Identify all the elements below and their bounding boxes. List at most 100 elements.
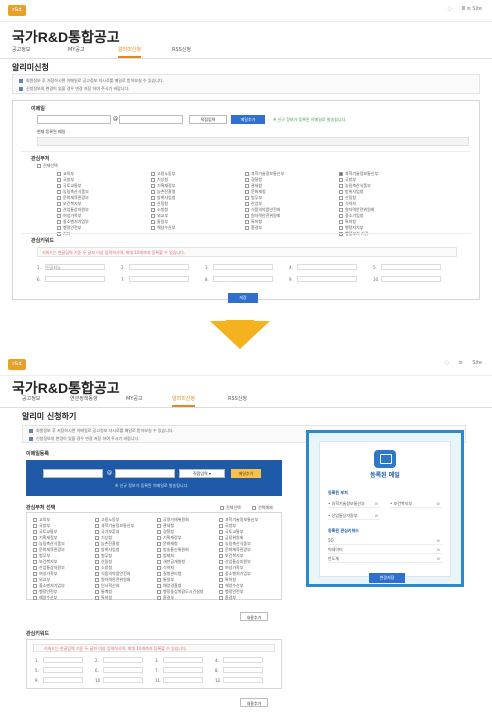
keyword-input[interactable] — [381, 276, 441, 282]
tab-policy-trends[interactable]: 연관정책동향 — [70, 395, 98, 402]
dept-checkbox-label: 고용노동부 — [157, 171, 176, 176]
dept-checkbox-label: 병무청 — [101, 553, 113, 558]
hamburger-icon[interactable]: ≡ Site — [459, 360, 482, 366]
hamburger-icon[interactable]: Ⅲ ≡ Site — [462, 6, 482, 12]
dept-checkbox-label: 새만금개발청 — [163, 559, 186, 564]
keyword-input[interactable] — [213, 264, 273, 270]
keyword-note-text: 키워드는 한글입력 기준 두 글자 이상 입력하시며, 최대 10개까지 등록할… — [44, 646, 188, 651]
tab-rss[interactable]: RSS신청 — [172, 46, 191, 53]
save-button[interactable]: 저장 — [228, 293, 258, 303]
registered-dept-item: • 보건복지부 ⊠ — [390, 501, 442, 508]
dept-checkbox-label: 특허청 — [251, 219, 263, 224]
checkbox-icon — [151, 226, 155, 230]
keyword-number: 3. — [155, 658, 159, 663]
keyword-number: 4. — [289, 265, 293, 270]
domain-select[interactable]: 직접입력 — [189, 115, 227, 124]
keyword-input[interactable] — [45, 276, 105, 282]
email-id-input[interactable] — [37, 115, 111, 124]
add-keyword-button[interactable]: 내용추가 — [240, 698, 268, 707]
tab-my-notices[interactable]: MY공고 — [68, 46, 85, 53]
keyword-number: 8. — [205, 277, 209, 282]
circle-icon[interactable]: ◌ — [445, 360, 449, 366]
dept-checkbox-label: 환경부 — [251, 225, 263, 230]
registered-panel: 등록된 메일 등록된 부처 • 과학기술정보통신부 ⊠ • 보건복지부 ⊠ • 산업… — [306, 430, 464, 587]
keyword-input[interactable] — [223, 657, 263, 663]
tab-notices[interactable]: 공고정보 — [22, 395, 40, 402]
circle-icon[interactable]: ◌ — [448, 6, 452, 12]
keyword-input[interactable] — [163, 657, 203, 663]
select-all-checkbox[interactable]: 전체선택 — [220, 505, 241, 511]
add-email-button[interactable]: 메일추가 — [231, 469, 261, 478]
keyword-box: 키워드는 한글입력 기준 두 글자 이상 입력하시며, 최대 10개까지 등록할… — [26, 639, 282, 689]
dept-checkbox-label: 방위사업청 — [157, 195, 176, 200]
domain-select[interactable]: 직접입력 ▾ — [179, 469, 225, 478]
dept-checkbox[interactable]: 행정부처 기관 — [339, 231, 368, 237]
add-email-button[interactable]: 메일추가 — [231, 115, 265, 124]
tab-my-notices[interactable]: MY공고 — [126, 395, 143, 402]
dept-checkbox-label: 문화체육관광부 — [63, 195, 89, 200]
keyword-input[interactable] — [297, 264, 357, 270]
email-label: 이메일 — [31, 106, 45, 112]
dept-checkbox-label: 인사혁신처 — [101, 583, 120, 588]
dept-checkbox[interactable]: 특허청 — [95, 595, 112, 601]
tab-alert-request[interactable]: 알리미신청 — [118, 46, 142, 58]
down-arrow-icon — [210, 321, 270, 349]
email-domain-input[interactable] — [115, 469, 175, 478]
keyword-input[interactable] — [129, 276, 189, 282]
dept-checkbox-label: 식약처 — [345, 201, 357, 206]
dept-checkbox-label: 환경부 — [225, 595, 237, 600]
email-domain-input[interactable] — [119, 115, 183, 124]
keyword-number: 1. — [37, 265, 41, 270]
checkbox-icon — [57, 190, 61, 194]
site-header: r&d ◌ Ⅲ ≡ Site — [0, 0, 492, 22]
site-logo[interactable]: r&d — [8, 359, 26, 370]
dept-checkbox-label: 통계청 — [101, 589, 113, 594]
dept-checkbox-label: 관세청 — [163, 523, 175, 528]
registered-email-field — [37, 137, 469, 146]
checkbox-icon — [33, 578, 37, 582]
keyword-input[interactable] — [129, 264, 189, 270]
tab-notices[interactable]: 공고정보 — [12, 46, 30, 53]
checkbox-icon — [339, 214, 343, 218]
dept-checkbox[interactable]: 환경부 — [157, 595, 174, 601]
keyword-number: 5. — [373, 265, 377, 270]
dept-checkbox-label: 외교부 — [157, 213, 169, 218]
keyword-input[interactable] — [381, 264, 441, 270]
dept-checkbox[interactable]: 기타 — [57, 231, 70, 237]
keyword-input[interactable] — [223, 667, 263, 673]
dept-checkbox[interactable]: 해양수산부 — [151, 225, 175, 231]
keyword-input[interactable] — [213, 276, 273, 282]
checkbox-icon — [95, 554, 99, 558]
keyword-input[interactable] — [43, 657, 83, 663]
save-changes-button[interactable]: 변경저장 — [369, 573, 405, 583]
checkbox-icon — [33, 572, 37, 576]
keyword-input[interactable] — [103, 657, 143, 663]
keyword-input[interactable] — [103, 667, 143, 673]
keyword-input[interactable] — [43, 667, 83, 673]
tab-rss[interactable]: RSS신청 — [228, 395, 247, 402]
tab-alert-request[interactable]: 알리미신청 — [172, 395, 196, 407]
keyword-input[interactable] — [297, 276, 357, 282]
keyword-input[interactable] — [163, 677, 203, 683]
dept-checkbox-label: 식약처 — [163, 565, 175, 570]
dept-checkbox[interactable]: 환경부 — [245, 225, 262, 231]
dept-checkbox-label: 여성가족부 — [39, 571, 58, 576]
site-logo[interactable]: r&d — [8, 5, 26, 16]
dept-checkbox[interactable]: 해양수산부 — [33, 595, 57, 601]
select-all-checkbox[interactable]: 전체선택 — [37, 163, 58, 169]
dept-checkbox-label: 보건복지부 — [63, 201, 82, 206]
keyword-number: 4. — [215, 658, 219, 663]
checkbox-icon — [157, 542, 161, 546]
email-id-input[interactable] — [43, 469, 103, 478]
keyword-input[interactable]: 인공지능 — [45, 264, 105, 270]
deselect-all-checkbox[interactable]: 선택해제 — [252, 505, 273, 511]
dept-checkbox[interactable]: 환경부 — [219, 595, 236, 601]
keyword-input[interactable] — [163, 667, 203, 673]
keyword-notice: 키워드는 한글입력 기준 두 글자 이상 입력하시며, 최대 10개까지 등록할… — [37, 247, 457, 257]
dept-checkbox-label: 중소기업청 — [345, 213, 364, 218]
keyword-input[interactable] — [223, 677, 263, 683]
keyword-input[interactable] — [103, 677, 143, 683]
form-box: 이메일 @ 직접입력 메일추가 ※ 신규 정보가 등록된 이메일로 발송됩니다.… — [12, 100, 480, 300]
add-dept-button[interactable]: 내용추가 — [240, 612, 268, 621]
keyword-input[interactable] — [43, 677, 83, 683]
